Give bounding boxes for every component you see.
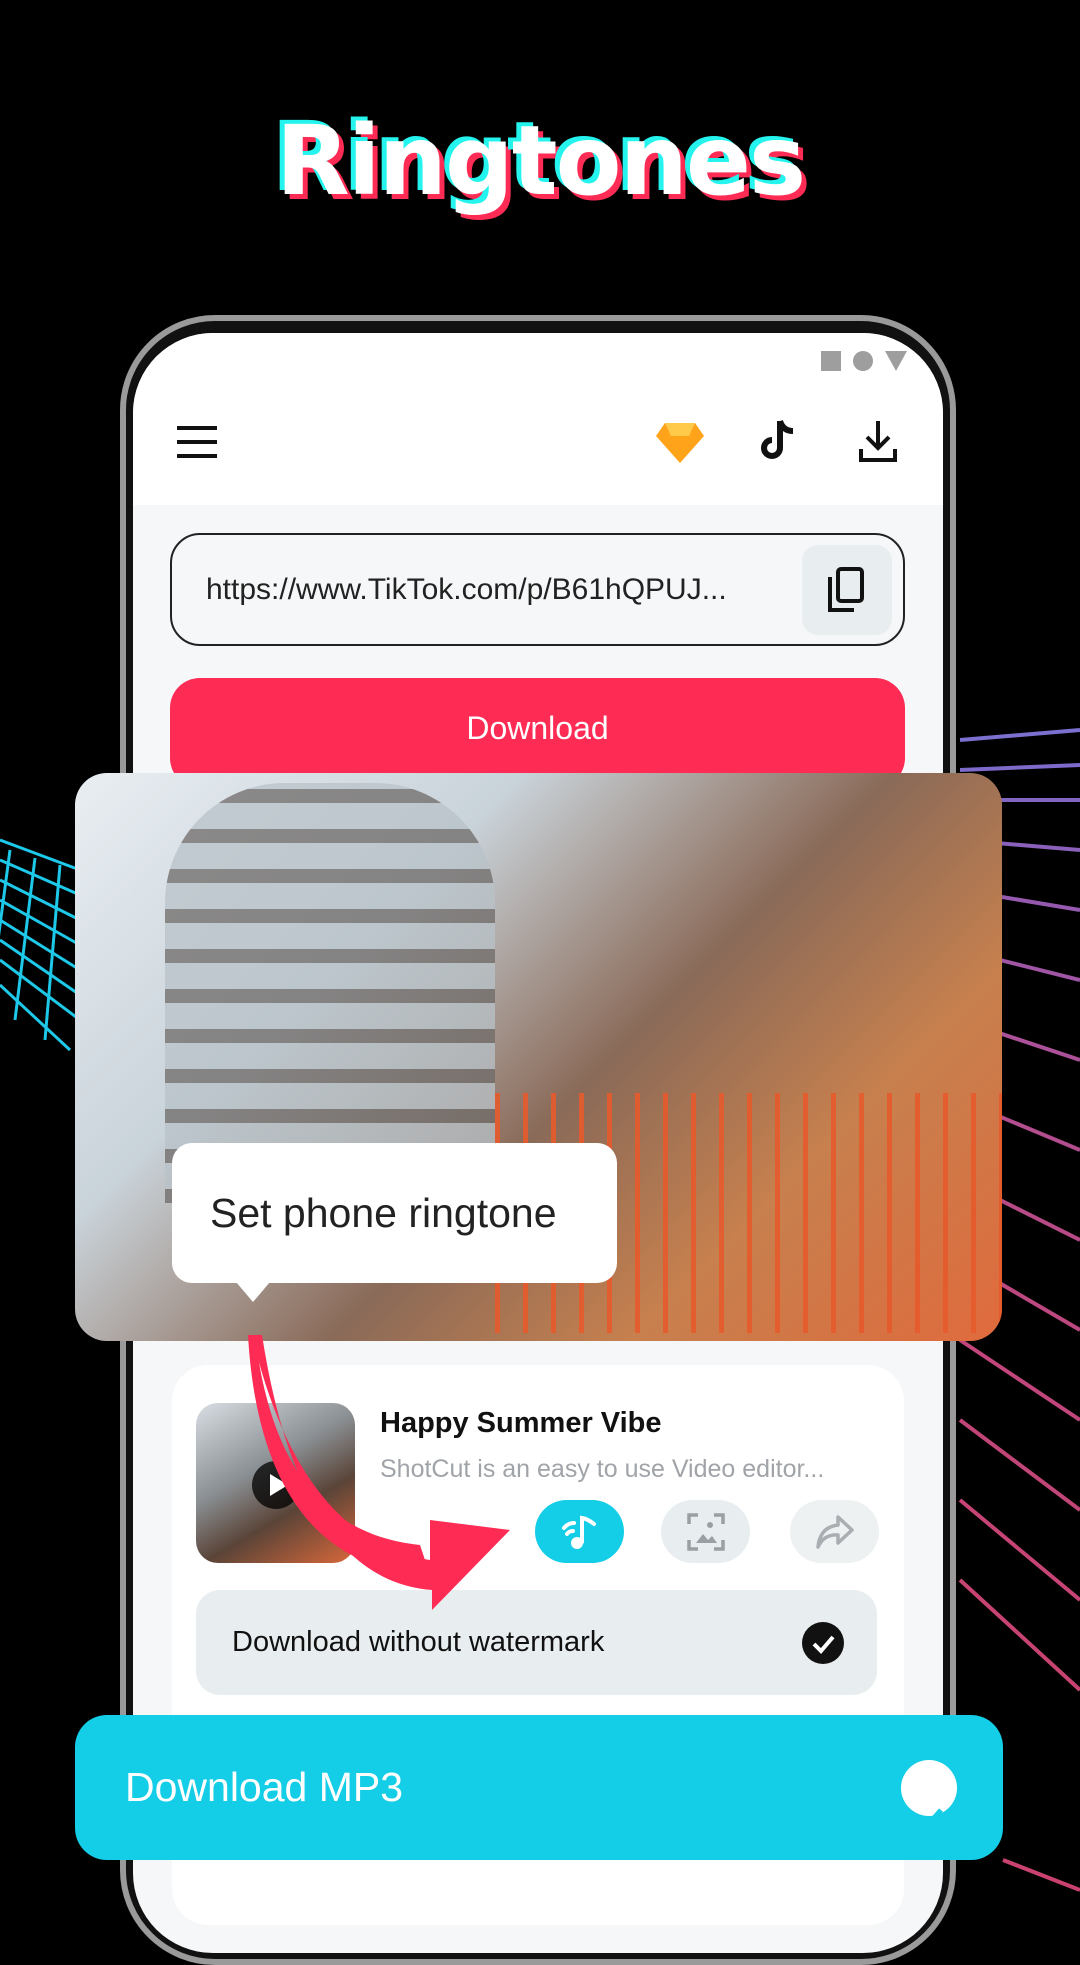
download-mp3-banner[interactable]: Download MP3	[75, 1715, 1003, 1860]
download-mp3-label: Download MP3	[125, 1764, 404, 1810]
arrow-pointer	[248, 1335, 510, 1610]
check-icon	[901, 1760, 957, 1831]
